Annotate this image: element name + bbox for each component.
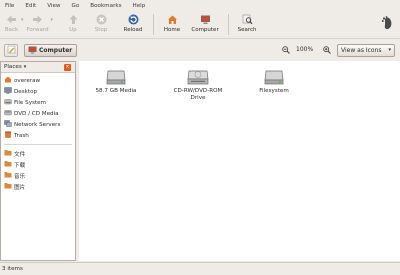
folder-icon: [4, 160, 12, 169]
sidebar-item-label: Desktop: [14, 88, 38, 95]
stop-icon: [96, 14, 107, 25]
computer-icon: [28, 46, 37, 56]
home-icon: [167, 14, 178, 25]
menu-go[interactable]: Go: [72, 3, 80, 9]
search-icon: [242, 14, 253, 25]
arrow-right-icon: [32, 14, 43, 25]
status-text: 3 items: [2, 266, 23, 272]
arrow-left-icon: [6, 14, 17, 25]
breadcrumb-computer[interactable]: Computer: [24, 44, 77, 57]
status-bar: 3 items: [0, 262, 400, 275]
pencil-icon: [7, 45, 16, 56]
sidebar-header[interactable]: Places ▾ ×: [1, 62, 75, 73]
sidebar-item-trash[interactable]: Trash: [1, 130, 75, 141]
folder-icon: [4, 182, 12, 191]
sidebar-item-network[interactable]: Network Servers: [1, 119, 75, 130]
location-edit-toggle[interactable]: [4, 44, 18, 57]
drive-item-media[interactable]: 58.7 GB Media: [91, 67, 141, 95]
computer-button[interactable]: Computer: [188, 11, 222, 38]
sidebar-separator: [4, 144, 72, 145]
back-button[interactable]: Back: [3, 11, 20, 38]
view-mode-select[interactable]: View as Icons ▾: [337, 44, 395, 57]
stop-label: Stop: [94, 27, 108, 33]
harddisk-icon: [4, 98, 12, 107]
sidebar-item-dvd[interactable]: DVD / CD Media: [1, 108, 75, 119]
menu-bookmarks[interactable]: Bookmarks: [90, 3, 121, 9]
zoom-out-icon[interactable]: [282, 46, 290, 56]
sidebar-item-desktop[interactable]: Desktop: [1, 86, 75, 97]
chevron-down-icon: ▾: [388, 47, 391, 53]
reload-label: Reload: [123, 27, 143, 33]
places-list: overeraw Desktop File System DVD / CD Me…: [1, 75, 75, 192]
arrow-up-icon: [68, 14, 79, 25]
sidebar-item-label: 文件: [14, 151, 26, 158]
toolbar-separator: [228, 14, 230, 35]
folder-icon: [4, 149, 12, 158]
sidebar-item-label: Trash: [14, 132, 29, 139]
desktop-icon: [4, 87, 12, 96]
harddisk-icon: [106, 67, 126, 88]
menu-bar: File Edit View Go Bookmarks Help: [0, 0, 400, 11]
file-label: 58.7 GB Media: [95, 88, 137, 94]
stop-button[interactable]: Stop: [91, 11, 111, 38]
network-icon: [4, 120, 12, 129]
computer-icon: [200, 14, 211, 25]
file-view[interactable]: 58.7 GB Media CD-RW/DVD-ROM Drive Filesy…: [79, 61, 400, 261]
file-label: CD-RW/DVD-ROM Drive: [173, 88, 223, 101]
close-icon[interactable]: ×: [64, 64, 71, 71]
view-mode-label: View as Icons: [341, 47, 382, 54]
chevron-down-icon: ▾: [23, 64, 27, 70]
sidebar-item-label: File System: [14, 99, 46, 106]
sidebar-item-label: 下载: [14, 162, 26, 169]
sidebar-item-label: Network Servers: [14, 121, 61, 128]
sidebar-item-label: 图片: [14, 184, 26, 191]
sidebar-bookmark[interactable]: 音乐: [1, 170, 75, 181]
sidebar-item-filesystem[interactable]: File System: [1, 97, 75, 108]
back-history-chevron-icon[interactable]: ▾: [21, 17, 24, 23]
harddisk-icon: [264, 67, 284, 88]
reload-button[interactable]: Reload: [121, 11, 145, 38]
location-bar: Computer 100% View as Icons ▾: [0, 38, 400, 60]
home-button[interactable]: Home: [160, 11, 184, 38]
sidebar-bookmark[interactable]: 图片: [1, 181, 75, 192]
sidebar-item-label: 音乐: [14, 173, 26, 180]
breadcrumb-label: Computer: [39, 47, 73, 54]
zoom-in-icon[interactable]: [323, 46, 331, 56]
menu-view[interactable]: View: [47, 3, 60, 9]
menu-help[interactable]: Help: [133, 3, 146, 9]
search-label: Search: [237, 27, 257, 33]
sidebar-bookmark[interactable]: 文件: [1, 148, 75, 159]
home-folder-icon: [4, 76, 12, 85]
zoom-level[interactable]: 100%: [296, 46, 313, 53]
menu-file[interactable]: File: [5, 3, 14, 9]
forward-button[interactable]: Forward: [26, 11, 50, 38]
back-label: Back: [4, 27, 19, 33]
sidebar-title: Places: [4, 64, 22, 70]
trash-icon: [4, 131, 12, 140]
drive-item-cdrom[interactable]: CD-RW/DVD-ROM Drive: [171, 67, 225, 102]
home-label: Home: [163, 27, 181, 33]
up-button[interactable]: Up: [63, 11, 83, 38]
toolbar-separator: [153, 14, 155, 35]
drive-item-filesystem[interactable]: Filesystem: [251, 67, 297, 95]
forward-history-chevron-icon[interactable]: ▾: [51, 17, 54, 23]
file-label: Filesystem: [259, 88, 289, 94]
sidebar-item-home[interactable]: overeraw: [1, 75, 75, 86]
sidebar-bookmark[interactable]: 下载: [1, 159, 75, 170]
search-button[interactable]: Search: [235, 11, 259, 38]
optical-drive-icon: [187, 67, 209, 88]
toolbar: Back ▾ Forward ▾ Up Stop Reload Home Com…: [0, 11, 400, 38]
sidebar-item-label: overeraw: [14, 77, 41, 84]
menu-edit[interactable]: Edit: [25, 3, 36, 9]
sidebar: Places ▾ × overeraw Desktop File System …: [0, 61, 76, 261]
forward-label: Forward: [26, 27, 49, 33]
computer-label: Computer: [191, 27, 219, 33]
reload-icon: [128, 14, 139, 25]
up-label: Up: [69, 27, 77, 33]
throbber-foot-icon: [381, 16, 395, 33]
sidebar-item-label: DVD / CD Media: [14, 110, 59, 117]
folder-icon: [4, 171, 12, 180]
optical-drive-icon: [4, 109, 12, 118]
